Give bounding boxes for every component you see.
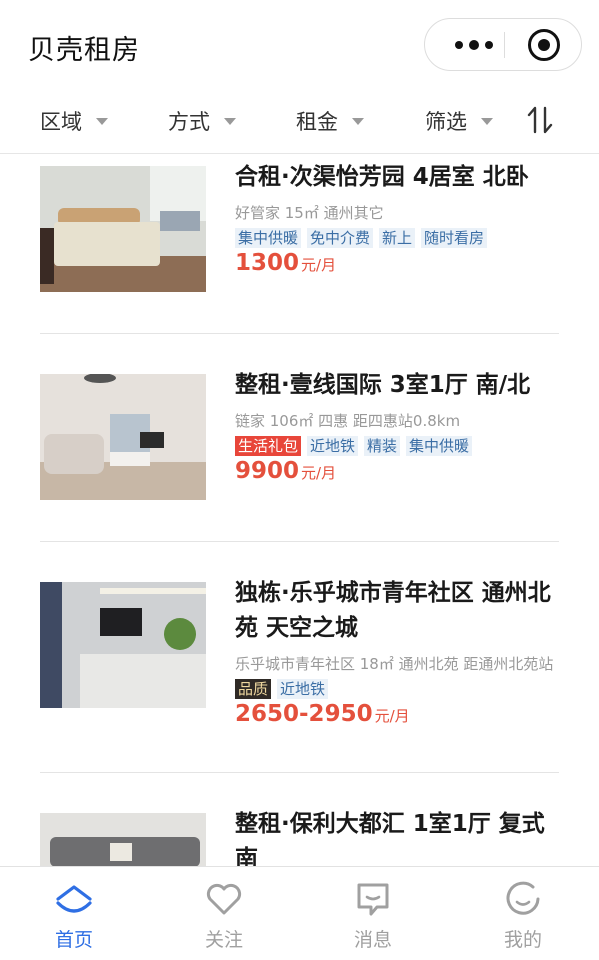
bottom-tab-bar: 首页 关注 消息 我的 <box>0 866 599 960</box>
filter-area-button[interactable]: 区域 <box>40 106 108 136</box>
listing-title: 整租·壹线国际 3室1厅 南/北 <box>235 372 531 398</box>
filter-rent-label: 租金 <box>296 110 338 134</box>
tag: 近地铁 <box>277 679 329 699</box>
listing-price: 2650-2950 元/月 <box>235 701 560 727</box>
tab-messages-label: 消息 <box>353 929 392 951</box>
tab-mine-label: 我的 <box>503 929 542 951</box>
tab-home[interactable]: 首页 <box>24 879 124 952</box>
heart-icon <box>206 883 242 915</box>
caret-down-icon <box>352 117 364 125</box>
quality-tag: 品质 <box>235 679 272 699</box>
divider <box>40 333 559 334</box>
divider <box>40 541 559 542</box>
filter-mode-label: 方式 <box>168 110 210 134</box>
listing-title: 独栋·乐乎城市青年社区 通州北苑 天空之城 <box>235 580 551 641</box>
listing-info: 合租·次渠怡芳园 4居室 北卧 好管家 15㎡ 通州其它 集中供暖 免中介费 新… <box>235 160 560 276</box>
filter-rent-button[interactable]: 租金 <box>296 106 364 136</box>
capsule-divider <box>504 32 505 58</box>
price-value: 9900 <box>235 458 300 484</box>
listing-photo <box>40 374 206 500</box>
price-unit: 元/月 <box>301 464 337 482</box>
caret-down-icon <box>96 117 108 125</box>
listing-meta: 好管家 15㎡ 通州其它 <box>235 204 384 222</box>
listing-meta: 链家 106㎡ 四惠 距四惠站0.8km <box>235 412 461 430</box>
listing-info: 整租·壹线国际 3室1厅 南/北 链家 106㎡ 四惠 距四惠站0.8km 生活… <box>235 368 560 484</box>
tag: 精装 <box>364 436 401 456</box>
tab-mine[interactable]: 我的 <box>473 879 573 952</box>
listing-tags: 集中供暖 免中介费 新上 随时看房 <box>235 228 560 248</box>
tag: 集中供暖 <box>406 436 473 456</box>
filter-mode-button[interactable]: 方式 <box>168 106 236 136</box>
chat-bubble-icon <box>357 883 389 916</box>
listing-title: 合租·次渠怡芳园 4居室 北卧 <box>235 164 529 190</box>
more-options-icon[interactable] <box>443 19 505 70</box>
filter-area-label: 区域 <box>40 110 82 134</box>
tab-follow[interactable]: 关注 <box>174 879 274 952</box>
app-title: 贝壳租房 <box>28 35 140 66</box>
close-mini-program-icon[interactable] <box>528 29 560 61</box>
sort-icon[interactable] <box>526 104 554 136</box>
house-roof-icon <box>56 885 92 913</box>
divider <box>40 772 559 773</box>
tab-messages[interactable]: 消息 <box>323 879 423 952</box>
caret-down-icon <box>481 117 493 125</box>
promo-tag: 生活礼包 <box>235 436 302 456</box>
listing-meta: 乐乎城市青年社区 18㎡ 通州北苑 距通州北苑站 <box>235 655 554 673</box>
price-value: 2650-2950 <box>235 701 373 727</box>
tag: 集中供暖 <box>235 228 302 248</box>
tab-home-label: 首页 <box>54 929 93 951</box>
mini-program-capsule <box>424 18 582 71</box>
filter-screen-label: 筛选 <box>425 110 467 134</box>
price-value: 1300 <box>235 250 300 276</box>
price-unit: 元/月 <box>301 256 337 274</box>
smiley-icon <box>506 881 540 915</box>
title-bar: 贝壳租房 <box>0 0 599 90</box>
listing-tags: 生活礼包 近地铁 精装 集中供暖 <box>235 436 560 456</box>
listing-price: 1300 元/月 <box>235 250 560 276</box>
tag: 新上 <box>379 228 416 248</box>
price-unit: 元/月 <box>374 707 410 725</box>
tag: 近地铁 <box>307 436 359 456</box>
filter-screen-button[interactable]: 筛选 <box>425 106 493 136</box>
caret-down-icon <box>224 117 236 125</box>
listing-photo <box>40 582 206 708</box>
listing-price: 9900 元/月 <box>235 458 560 484</box>
tag: 免中介费 <box>307 228 374 248</box>
listing-tags: 品质 近地铁 <box>235 679 560 699</box>
tag: 随时看房 <box>421 228 488 248</box>
filter-bar: 区域 方式 租金 筛选 <box>0 90 599 154</box>
listing-info: 独栋·乐乎城市青年社区 通州北苑 天空之城 乐乎城市青年社区 18㎡ 通州北苑 … <box>235 576 560 727</box>
tab-follow-label: 关注 <box>204 929 243 951</box>
listing-photo <box>40 166 206 292</box>
